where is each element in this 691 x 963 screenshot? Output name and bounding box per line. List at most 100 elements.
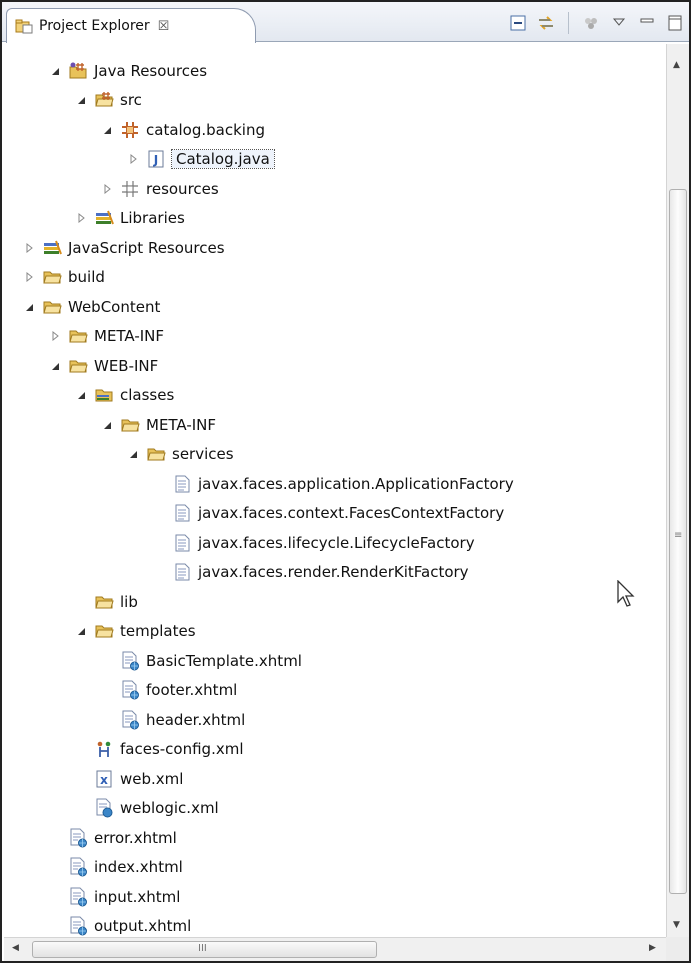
twistie-spacer [74,801,88,815]
tree-item[interactable]: WEB-INF [48,351,158,380]
tree-item[interactable]: javax.faces.application.ApplicationFacto… [152,469,514,498]
tree-item[interactable]: x web.xml [74,764,183,793]
twistie-spacer [48,919,62,933]
tree-item[interactable]: WebContent [22,292,160,321]
tree-item-label: Java Resources [94,61,208,80]
twistie-spacer [48,890,62,904]
tree-item-label: Libraries [120,209,185,227]
collapse-all-icon[interactable] [508,13,528,33]
expanded-triangle-icon[interactable] [126,447,140,461]
expanded-triangle-icon[interactable] [74,388,88,402]
mouse-cursor-icon [616,579,636,608]
tree-item[interactable]: services [126,440,234,469]
working-set-icon[interactable] [581,13,601,33]
horizontal-scrollbar[interactable]: ◀ III ▶ [4,937,666,961]
collapsed-triangle-icon[interactable] [126,152,140,166]
tree-item[interactable]: faces-config.xml [74,735,244,764]
tree-item-label: header.xhtml [146,710,246,729]
tree-item[interactable]: index.xhtml [48,853,183,882]
text-file-icon [172,533,192,553]
twistie-spacer [152,477,166,491]
tree-item[interactable]: header.xhtml [100,705,245,734]
tree-item[interactable]: javax.faces.render.RenderKitFactory [152,558,469,587]
tree-item[interactable]: templates [74,617,196,646]
folder-icon [146,444,166,464]
expanded-triangle-icon[interactable] [74,624,88,638]
twistie-spacer [100,654,114,668]
tree-item[interactable]: input.xhtml [48,882,180,911]
xhtml-file-icon [68,887,88,907]
xhtml-file-icon [120,710,140,730]
tree-item[interactable]: Java Resources [48,56,207,85]
scroll-down-arrow-icon[interactable]: ▼ [673,920,680,930]
expanded-triangle-icon[interactable] [48,64,62,78]
tree-item-label: JavaScript Resources [68,238,225,257]
tree-item-label: javax.faces.lifecycle.LifecycleFactory [198,533,475,552]
expanded-triangle-icon[interactable] [100,418,114,432]
folder-icon [94,621,114,641]
folder-icon [42,297,62,317]
tree-item[interactable]: src [74,86,142,115]
tree-item-label: lib [120,592,138,611]
tree-item-label: web.xml [120,769,184,788]
collapsed-triangle-icon[interactable] [48,329,62,343]
twistie-spacer [48,831,62,845]
tree-item[interactable]: resources [100,174,219,203]
expanded-triangle-icon[interactable] [74,93,88,107]
horizontal-scroll-thumb[interactable]: III [32,941,377,958]
view-toolbar [508,12,685,34]
xhtml-file-icon [120,651,140,671]
twistie-spacer [74,595,88,609]
tree-item-label: build [68,268,105,286]
tab-project-explorer[interactable]: Project Explorer ☒ [6,8,256,43]
tree-item[interactable]: lib [74,587,138,616]
tree-item[interactable]: javax.faces.context.FacesContextFactory [152,499,504,528]
tree-item[interactable]: javax.faces.lifecycle.LifecycleFactory [152,528,475,557]
tree-item[interactable]: BasicTemplate.xhtml [100,646,302,675]
tree-item[interactable]: weblogic.xml [74,794,219,823]
vertical-scrollbar[interactable]: ▲ ≡ ▼ [666,44,689,937]
horizontal-grip-icon: III [198,943,207,954]
xhtml-file-icon [68,828,88,848]
close-icon[interactable]: ☒ [158,19,170,34]
scroll-left-arrow-icon[interactable]: ◀ [12,943,19,953]
collapsed-triangle-icon[interactable] [22,270,36,284]
text-file-icon [172,562,192,582]
link-with-editor-icon[interactable] [536,13,556,33]
tree-item[interactable]: J Catalog.java [126,145,275,174]
tree-item[interactable]: catalog.backing [100,115,265,144]
faces-config-icon [94,739,114,759]
java-resources-icon [68,61,88,81]
tree-item[interactable]: META-INF [48,322,164,351]
expanded-triangle-icon[interactable] [100,123,114,137]
collapsed-triangle-icon[interactable] [22,241,36,255]
tree-item-label: javax.faces.context.FacesContextFactory [198,504,505,522]
collapsed-triangle-icon[interactable] [74,211,88,225]
scroll-right-arrow-icon[interactable]: ▶ [649,943,656,953]
expanded-triangle-icon[interactable] [48,359,62,373]
xhtml-file-icon [68,857,88,877]
tree-item[interactable]: classes [74,381,174,410]
vertical-scroll-thumb[interactable]: ≡ [669,189,687,894]
tree-item[interactable]: error.xhtml [48,823,177,852]
twistie-spacer [152,565,166,579]
tree-item-label: resources [146,179,219,198]
twistie-spacer [100,683,114,697]
maximize-icon[interactable] [665,13,685,33]
tree-item[interactable]: Libraries [74,204,185,233]
tree-item[interactable]: JavaScript Resources [22,233,225,262]
project-explorer-view: Project Explorer ☒ Java Resources src ca… [0,0,691,963]
scroll-up-arrow-icon[interactable]: ▲ [673,60,680,70]
expanded-triangle-icon[interactable] [22,300,36,314]
tree-item[interactable]: footer.xhtml [100,676,237,705]
tree-item[interactable]: build [22,263,105,292]
tree-item[interactable]: output.xhtml [48,912,191,938]
twistie-spacer [152,536,166,550]
tree-item-label: footer.xhtml [146,681,238,699]
tree-item[interactable]: META-INF [100,410,216,439]
collapsed-triangle-icon[interactable] [100,182,114,196]
view-menu-icon[interactable] [609,13,629,33]
tree-item-label: output.xhtml [94,917,192,935]
minimize-icon[interactable] [637,13,657,33]
weblogic-xml-icon [94,798,114,818]
